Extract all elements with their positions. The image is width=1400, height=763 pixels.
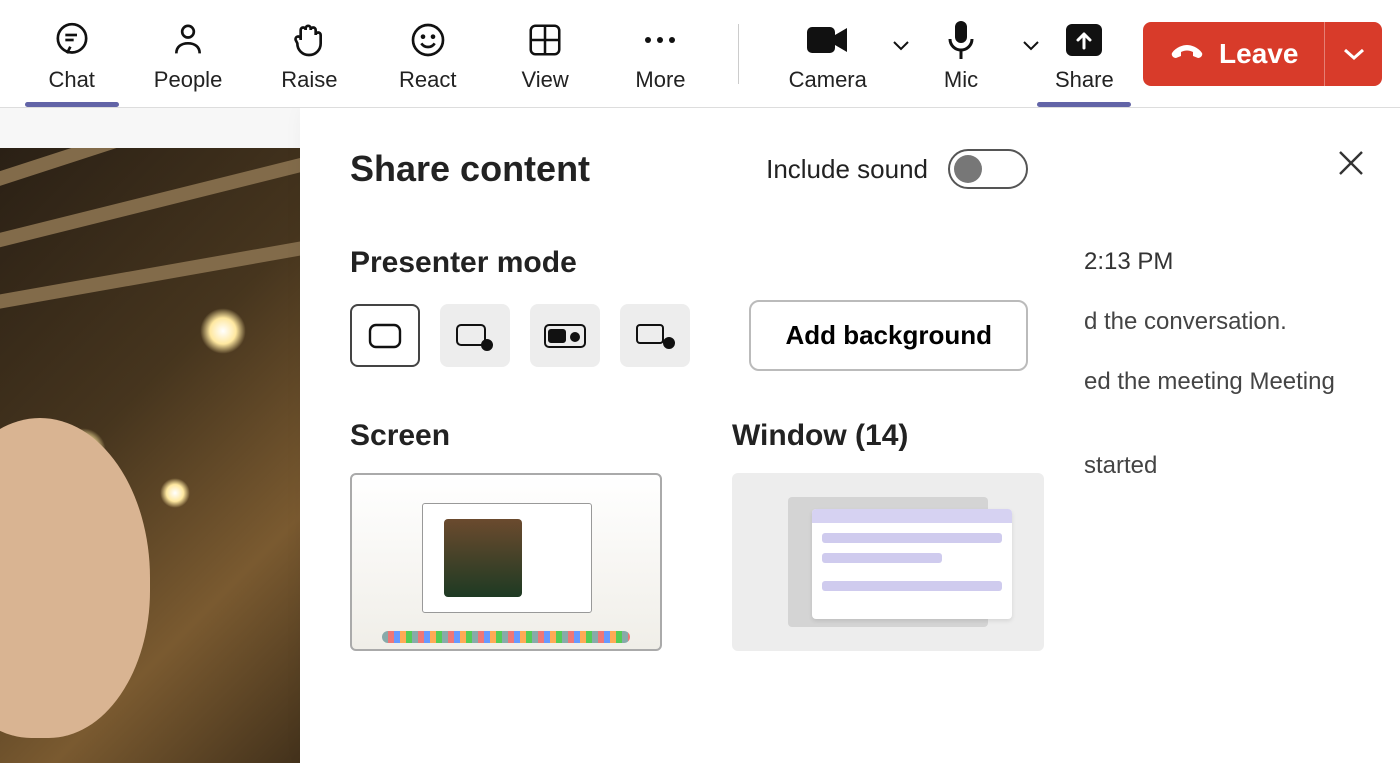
- camera-button[interactable]: Camera: [763, 9, 892, 99]
- raise-hand-icon: [289, 17, 329, 63]
- chat-system-line: d the conversation.: [1084, 308, 1378, 336]
- more-icon: [640, 17, 680, 63]
- leave-options-button[interactable]: [1324, 22, 1382, 86]
- share-button[interactable]: Share: [1030, 9, 1139, 99]
- content-area: Share content Include sound Presenter mo…: [0, 108, 1400, 763]
- chat-system-line: started: [1084, 452, 1378, 480]
- mic-label: Mic: [944, 67, 978, 93]
- share-label: Share: [1055, 67, 1114, 93]
- share-content-panel: Share content Include sound Presenter mo…: [300, 108, 1078, 763]
- chat-timestamp: 2:13 PM: [1084, 248, 1378, 276]
- chat-label: Chat: [48, 67, 94, 93]
- include-sound-toggle[interactable]: [948, 149, 1028, 189]
- mic-button[interactable]: Mic: [900, 9, 1021, 99]
- toolbar-divider: [738, 24, 739, 84]
- window-share-tile[interactable]: [732, 473, 1044, 651]
- presenter-mode-reporter[interactable]: [620, 304, 690, 367]
- camera-icon: [805, 17, 851, 63]
- view-button[interactable]: View: [491, 9, 598, 99]
- react-button[interactable]: React: [372, 9, 483, 99]
- presenter-mode-standout[interactable]: [440, 304, 510, 367]
- meeting-toolbar: Chat People Raise React: [0, 0, 1400, 108]
- react-icon: [408, 17, 448, 63]
- mic-icon: [946, 17, 976, 63]
- close-icon[interactable]: [1336, 148, 1366, 183]
- hangup-icon: [1169, 38, 1205, 70]
- include-sound-group: Include sound: [766, 149, 1028, 189]
- presenter-mode-row: Add background: [350, 300, 1028, 371]
- window-heading: Window (14): [732, 419, 1044, 453]
- more-button[interactable]: More: [607, 9, 714, 99]
- toggle-knob: [954, 155, 982, 183]
- raise-label: Raise: [281, 67, 337, 93]
- presenter-mode-side-by-side[interactable]: [530, 304, 600, 367]
- view-icon: [526, 17, 564, 63]
- active-tab-indicator: [25, 102, 119, 107]
- chat-system-line: ed the meeting Meeting: [1084, 368, 1378, 396]
- leave-button[interactable]: Leave: [1143, 22, 1324, 86]
- screen-heading: Screen: [350, 419, 662, 453]
- share-panel-title: Share content: [350, 148, 590, 190]
- add-background-button[interactable]: Add background: [749, 300, 1028, 371]
- include-sound-label: Include sound: [766, 154, 928, 185]
- share-active-indicator: [1037, 102, 1131, 107]
- more-label: More: [635, 67, 685, 93]
- people-icon: [168, 17, 208, 63]
- camera-label: Camera: [789, 67, 867, 93]
- participant-video: [0, 148, 300, 763]
- people-button[interactable]: People: [129, 9, 246, 99]
- leave-label: Leave: [1219, 38, 1298, 70]
- screen-share-tile[interactable]: [350, 473, 662, 651]
- chat-panel: 2:13 PM d the conversation. ed the meeti…: [1078, 108, 1400, 763]
- chat-icon: [52, 17, 92, 63]
- view-label: View: [521, 67, 568, 93]
- react-label: React: [399, 67, 456, 93]
- chat-button[interactable]: Chat: [22, 9, 121, 99]
- share-icon: [1064, 17, 1104, 63]
- raise-hand-button[interactable]: Raise: [255, 9, 364, 99]
- people-label: People: [154, 67, 223, 93]
- leave-button-group: Leave: [1143, 22, 1382, 86]
- presenter-mode-content-only[interactable]: [350, 304, 420, 367]
- presenter-mode-heading: Presenter mode: [350, 246, 1028, 280]
